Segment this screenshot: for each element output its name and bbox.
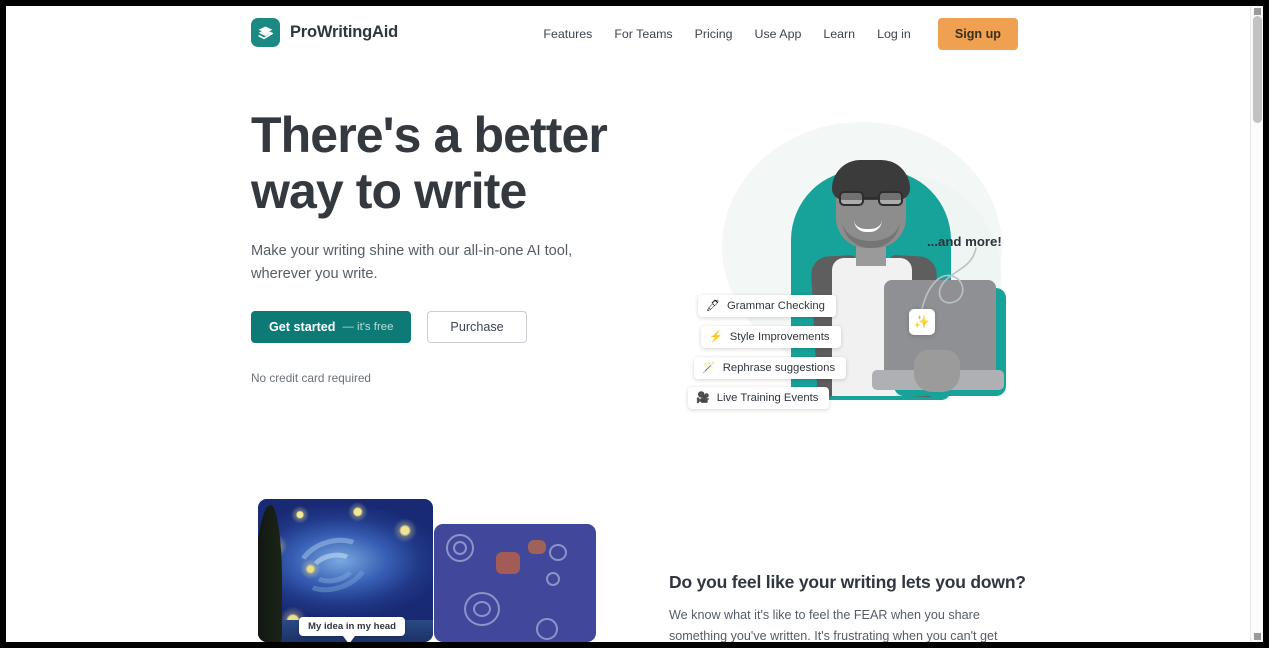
webpage-content: ProWritingAid Features For Teams Pricing… [6, 6, 1250, 642]
doodle-spiral-inner [473, 601, 491, 617]
scrollbar-thumb[interactable] [1253, 16, 1262, 123]
glasses-bridge [864, 197, 878, 199]
get-started-button[interactable]: Get started — it's free [251, 311, 412, 344]
vertical-scrollbar[interactable] [1250, 6, 1263, 642]
hero-illustration: 🖊 Grammar Checking ⚡ Style Improvements … [666, 112, 1026, 442]
person-hand [914, 350, 960, 392]
doodle-spiral [549, 544, 567, 561]
hero-copy: There's a better way to write Make your … [251, 107, 641, 385]
doodle-spiral-inner [453, 541, 467, 555]
lightning-icon: ⚡ [709, 330, 723, 343]
hero-title: There's a better way to write [251, 107, 608, 219]
main-navigation: Features For Teams Pricing Use App Learn… [532, 18, 1018, 50]
feature-pill-live-training-events: 🎥 Live Training Events [688, 387, 830, 409]
glasses-lens-right [878, 191, 903, 206]
doodle-orange-blob [496, 552, 520, 574]
glasses-lens-left [839, 191, 864, 206]
scroll-up-arrow-icon[interactable] [1254, 8, 1261, 15]
and-more-label: ...and more! [927, 234, 1002, 249]
pen-icon: 🖊 [706, 299, 720, 312]
get-started-note: — it's free [342, 321, 394, 334]
artwork-comparison-group: My idea in my head [251, 499, 596, 642]
nav-link-for-teams[interactable]: For Teams [603, 20, 683, 48]
no-credit-card-note: No credit card required [251, 371, 371, 386]
browser-window-frame: ProWritingAid Features For Teams Pricing… [0, 0, 1269, 648]
doodle-orange-blob [528, 540, 546, 554]
lower-section-paragraph: We know what it's like to feel the FEAR … [669, 608, 998, 642]
my-idea-label-tail [343, 636, 355, 642]
site-header: ProWritingAid Features For Teams Pricing… [6, 6, 1250, 62]
scroll-down-arrow-icon[interactable] [1254, 633, 1261, 640]
feature-pill-label: Grammar Checking [726, 300, 825, 312]
doodle-artwork-card [434, 524, 596, 642]
nav-link-pricing[interactable]: Pricing [684, 20, 744, 48]
lower-section-heading: Do you feel like your writing lets you d… [669, 572, 1026, 592]
my-idea-label: My idea in my head [299, 617, 405, 636]
feature-pill-label: Style Improvements [729, 331, 830, 343]
doodle-spiral [536, 618, 558, 640]
nav-link-log-in[interactable]: Log in [866, 20, 922, 48]
nav-link-learn[interactable]: Learn [812, 20, 866, 48]
brand-name: ProWritingAid [290, 23, 399, 41]
stacked-pages-logo-icon [251, 18, 280, 47]
hero-actions: Get started — it's free Purchase [251, 311, 641, 344]
sign-up-button[interactable]: Sign up [937, 18, 1018, 50]
doodle-spiral [546, 572, 560, 586]
feature-pill-label: Live Training Events [716, 392, 819, 404]
lower-section: My idea in my head Do you feel like your… [6, 484, 1250, 642]
magic-wand-icon: 🪄 [702, 361, 716, 374]
hero-section: There's a better way to write Make your … [6, 62, 1250, 482]
get-started-label: Get started [269, 320, 336, 335]
feature-pill-rephrase-suggestions: 🪄 Rephrase suggestions [694, 357, 847, 379]
video-camera-icon: 🎥 [696, 391, 710, 404]
hero-subtitle: Make your writing shine with our all-in-… [251, 243, 573, 283]
purchase-button[interactable]: Purchase [427, 311, 527, 344]
sparkle-icon: ✨ [909, 309, 935, 335]
brand-logo-link[interactable]: ProWritingAid [251, 18, 398, 47]
feature-pill-label: Rephrase suggestions [722, 362, 836, 374]
browser-viewport: ProWritingAid Features For Teams Pricing… [6, 6, 1263, 642]
feature-pill-style-improvements: ⚡ Style Improvements [701, 326, 841, 348]
lower-copy: Do you feel like your writing lets you d… [669, 572, 1026, 642]
nav-link-features[interactable]: Features [532, 20, 603, 48]
painting-cypress-tree [258, 505, 282, 642]
nav-link-use-app[interactable]: Use App [744, 20, 813, 48]
feature-pill-grammar-checking: 🖊 Grammar Checking [698, 295, 836, 317]
glasses-icon [839, 191, 903, 206]
